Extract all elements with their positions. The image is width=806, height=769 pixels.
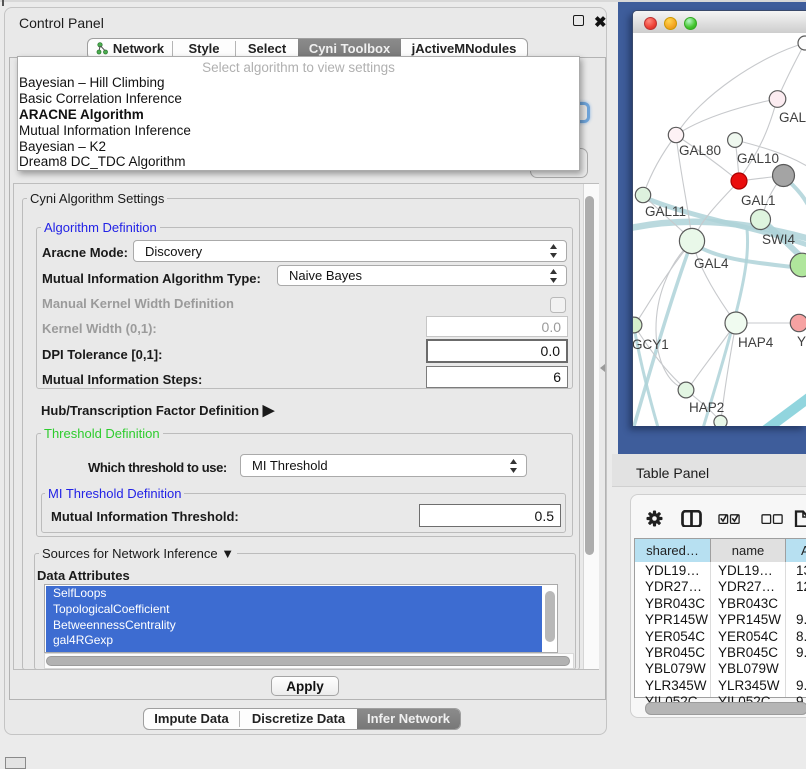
svg-text:GCY1: GCY1 <box>633 337 669 352</box>
svg-text:GAL1: GAL1 <box>741 193 776 208</box>
svg-text:GAL: GAL <box>779 110 806 125</box>
svg-text:GAL4: GAL4 <box>694 256 729 271</box>
svg-text:GAL80: GAL80 <box>679 143 721 158</box>
svg-text:GAL11: GAL11 <box>645 204 686 219</box>
svg-text:HAP2: HAP2 <box>689 400 724 415</box>
svg-text:HAP4: HAP4 <box>738 335 774 350</box>
svg-text:SWI4: SWI4 <box>762 232 795 247</box>
svg-text:Y: Y <box>797 334 806 349</box>
svg-text:GAL10: GAL10 <box>737 151 779 166</box>
